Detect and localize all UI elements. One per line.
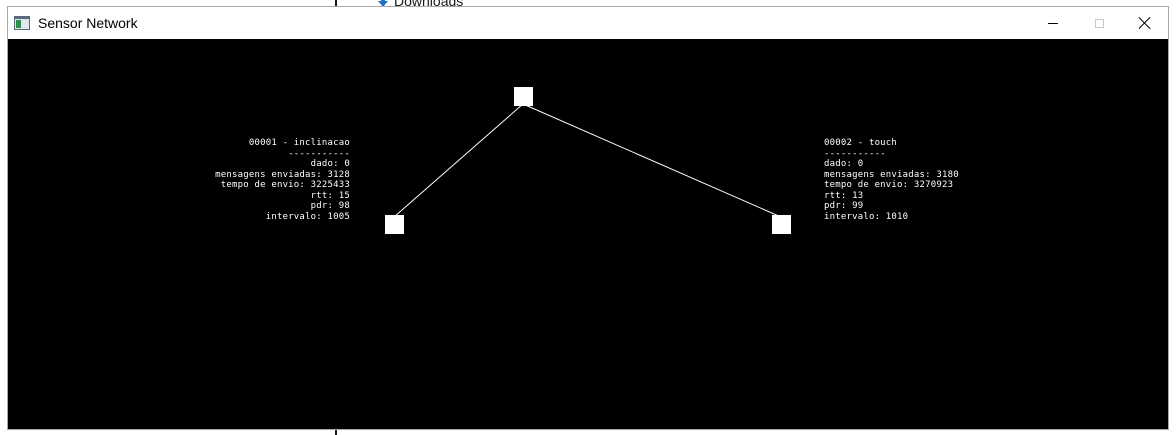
sensor-1-info: 00001 - inclinacao ----------- dado: 0 mens… <box>215 138 350 222</box>
title-bar[interactable]: Sensor Network <box>8 7 1168 39</box>
maximize-icon <box>1094 18 1104 28</box>
link-root-to-sensor-2 <box>522 103 782 218</box>
minimize-icon <box>1048 22 1058 24</box>
window-title: Sensor Network <box>38 15 138 31</box>
link-root-to-sensor-1 <box>393 103 524 218</box>
sensor-1-separator: ----------- <box>288 148 350 159</box>
sensor-2-id: 00002 - touch <box>824 138 898 148</box>
network-links <box>393 103 782 218</box>
close-button[interactable] <box>1122 7 1168 39</box>
network-canvas: 00001 - inclinacao ----------- dado: 0 mens… <box>8 39 1168 429</box>
sensor-2-pdr: pdr: 99 <box>824 201 864 211</box>
sensor-2-mensagens: mensagens enviadas: 3180 <box>824 169 959 180</box>
sensor-2-dado: dado: 0 <box>824 159 864 169</box>
sensor-2-tempo: tempo de envio: 3270923 <box>824 180 954 190</box>
sensor-node-1 <box>385 215 404 234</box>
sensor-1-id: 00001 - inclinacao <box>248 138 350 148</box>
sensor-1-pdr: pdr: 98 <box>310 201 350 211</box>
close-icon <box>1138 16 1152 30</box>
sensor-1-intervalo: intervalo: 1005 <box>265 211 350 222</box>
sensor-2-rtt: rtt: 13 <box>824 190 864 201</box>
sensor-network-window: Sensor Network 00001 - inclinacao -------… <box>8 7 1168 429</box>
sensor-2-separator: ----------- <box>824 148 886 159</box>
sensor-1-mensagens: mensagens enviadas: 3128 <box>215 169 350 180</box>
download-arrow-icon <box>378 0 388 7</box>
sensor-1-dado: dado: 0 <box>310 159 350 169</box>
sensor-node-2 <box>772 215 791 234</box>
app-window-icon <box>14 16 30 30</box>
sensor-2-info: 00002 - touch ----------- dado: 0 mensagens… <box>824 138 959 222</box>
maximize-button[interactable] <box>1076 7 1122 39</box>
window-controls <box>1030 7 1168 39</box>
sensor-1-rtt: rtt: 15 <box>310 190 350 201</box>
minimize-button[interactable] <box>1030 7 1076 39</box>
sensor-1-tempo: tempo de envio: 3225433 <box>220 180 350 190</box>
root-node <box>514 87 533 106</box>
sensor-2-intervalo: intervalo: 1010 <box>824 211 909 222</box>
